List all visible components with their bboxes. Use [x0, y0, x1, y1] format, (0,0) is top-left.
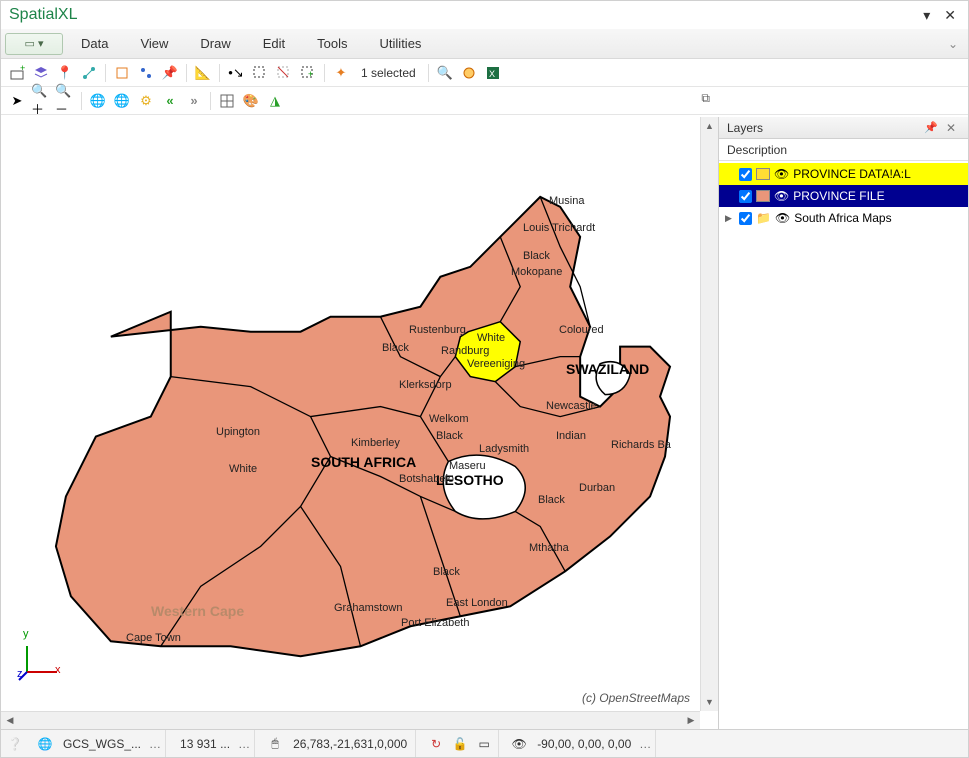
statusbar: ❔ 🌐 GCS_WGS_... … 13 931 ... … 🖱 26,783,…: [1, 729, 968, 757]
visibility-icon[interactable]: 👁: [775, 211, 790, 225]
layers-list: 👁 PROVINCE DATA!A:L 👁 PROVINCE FILE ▶ 📁 …: [719, 161, 968, 729]
ribbon-layout-dropdown[interactable]: ▭ ▾: [5, 33, 63, 55]
toolbar-secondary: ➤ 🔍＋ 🔍－ 🌐 🌐 ⚙ « » 🎨 ◮ ⧉: [1, 87, 968, 115]
pointer-icon[interactable]: ➤: [7, 91, 27, 111]
layer-swatch-icon: [756, 168, 770, 180]
crs-value: GCS_WGS_...: [59, 737, 145, 751]
layer-checkbox[interactable]: [739, 190, 752, 203]
menu-tools[interactable]: Tools: [303, 32, 361, 55]
province-fill: [56, 197, 670, 656]
add-marker-icon[interactable]: 📍: [55, 63, 75, 83]
select-point-icon[interactable]: •↘: [226, 63, 246, 83]
panel-close-icon[interactable]: ✕: [942, 121, 960, 135]
map-svg: [1, 117, 700, 726]
scroll-right-icon[interactable]: ▶: [682, 712, 700, 729]
selection-count: 1 selected: [355, 66, 422, 80]
toolbar-primary: + 📍 📌 📐 •↘ + ✦ 1 selected 🔍 X: [1, 59, 968, 87]
menubar-overflow-icon[interactable]: ⌄: [948, 37, 958, 51]
scale-value: 13 931 ...: [176, 737, 234, 751]
scrollbar-horizontal[interactable]: ◀ ▶: [1, 711, 700, 729]
select-clear-icon[interactable]: [274, 63, 294, 83]
scroll-up-icon[interactable]: ▲: [701, 117, 718, 135]
lock-icon[interactable]: 🔓: [450, 734, 470, 754]
map-attribution: (c) OpenStreetMaps: [582, 691, 690, 705]
export-excel-icon[interactable]: X: [483, 63, 503, 83]
layers-panel-title: Layers: [727, 121, 763, 135]
axis-y-label: y: [23, 628, 29, 640]
window-menu-icon[interactable]: ▾: [919, 7, 934, 24]
layer-swatch-icon: [756, 190, 770, 202]
cursor-coords: 26,783,-21,631,0,000: [289, 737, 411, 751]
lesotho-outline: [443, 455, 525, 519]
find-icon[interactable]: 🔍: [435, 63, 455, 83]
layer-label: PROVINCE FILE: [793, 189, 884, 203]
extent-value: -90,00, 0,00, 0,00: [533, 737, 635, 751]
route-icon[interactable]: [79, 63, 99, 83]
scroll-down-icon[interactable]: ▼: [701, 693, 718, 711]
scroll-h-track[interactable]: [19, 712, 682, 729]
svg-text:X: X: [489, 69, 495, 79]
next-extent-icon[interactable]: »: [184, 91, 204, 111]
gear-icon[interactable]: ⚙: [136, 91, 156, 111]
layer-manager-icon[interactable]: [31, 63, 51, 83]
measure-distance-icon[interactable]: [136, 63, 156, 83]
axis-widget: y x z: [17, 642, 61, 685]
cursor-coords-icon: 🖱: [265, 734, 285, 754]
ruler-icon[interactable]: 📐: [193, 63, 213, 83]
axis-z-label: z: [17, 668, 23, 680]
layer-item-province-data[interactable]: 👁 PROVINCE DATA!A:L: [719, 163, 968, 185]
globe-center-icon[interactable]: 🌐: [112, 91, 132, 111]
measure-area-icon[interactable]: [112, 63, 132, 83]
selection-box-icon[interactable]: ▭: [474, 734, 494, 754]
menu-utilities[interactable]: Utilities: [366, 32, 436, 55]
refresh-icon[interactable]: ↻: [426, 734, 446, 754]
axis-x-label: x: [55, 664, 61, 676]
menu-data[interactable]: Data: [67, 32, 122, 55]
layer-label: South Africa Maps: [794, 211, 891, 225]
map-canvas[interactable]: SOUTH AFRICA LESOTHO SWAZILAND Western C…: [1, 117, 718, 729]
bookmark-icon[interactable]: ◮: [265, 91, 285, 111]
menu-draw[interactable]: Draw: [186, 32, 244, 55]
zoom-out-icon[interactable]: 🔍－: [55, 91, 75, 111]
palette-icon[interactable]: 🎨: [241, 91, 261, 111]
pin-icon[interactable]: 📌: [160, 63, 180, 83]
layers-description-header[interactable]: Description: [719, 139, 968, 161]
layer-checkbox[interactable]: [739, 212, 752, 225]
globe-icon[interactable]: 🌐: [88, 91, 108, 111]
folder-icon: 📁: [756, 211, 771, 225]
extent-more-icon[interactable]: …: [639, 737, 651, 751]
select-add-icon[interactable]: +: [298, 63, 318, 83]
visibility-icon[interactable]: 👁: [774, 189, 789, 203]
zoom-in-icon[interactable]: 🔍＋: [31, 91, 51, 111]
menu-edit[interactable]: Edit: [249, 32, 299, 55]
scale-more-icon[interactable]: …: [238, 737, 250, 751]
menubar: ▭ ▾ Data View Draw Edit Tools Utilities …: [1, 29, 968, 59]
crs-icon[interactable]: 🌐: [35, 734, 55, 754]
window-close-icon[interactable]: ✕: [940, 7, 960, 24]
grid-icon[interactable]: [217, 91, 237, 111]
layers-panel: Layers 📌 ✕ Description 👁 PROVINCE DATA!A…: [718, 117, 968, 729]
layer-checkbox[interactable]: [739, 168, 752, 181]
crs-more-icon[interactable]: …: [149, 737, 161, 751]
buffer-icon[interactable]: [459, 63, 479, 83]
help-icon[interactable]: ❔: [5, 734, 25, 754]
app-title: SpatialXL: [9, 6, 78, 24]
select-lasso-icon[interactable]: [250, 63, 270, 83]
add-layer-icon[interactable]: +: [7, 63, 27, 83]
scroll-left-icon[interactable]: ◀: [1, 712, 19, 729]
svg-text:+: +: [20, 65, 25, 73]
layer-label: PROVINCE DATA!A:L: [793, 167, 911, 181]
svg-text:+: +: [308, 69, 313, 79]
scrollbar-vertical[interactable]: ▲ ▼: [700, 117, 718, 711]
layer-item-basemap[interactable]: ▶ 📁 👁 South Africa Maps: [719, 207, 968, 229]
eye-icon[interactable]: 👁: [509, 734, 529, 754]
mark-feature-icon[interactable]: ✦: [331, 63, 351, 83]
visibility-icon[interactable]: 👁: [774, 167, 789, 181]
prev-extent-icon[interactable]: «: [160, 91, 180, 111]
menu-view[interactable]: View: [126, 32, 182, 55]
expand-icon[interactable]: ▶: [725, 213, 735, 224]
layer-item-province-file[interactable]: 👁 PROVINCE FILE: [719, 185, 968, 207]
undock-icon[interactable]: ⧉: [701, 91, 710, 106]
panel-pin-icon[interactable]: 📌: [920, 121, 942, 134]
